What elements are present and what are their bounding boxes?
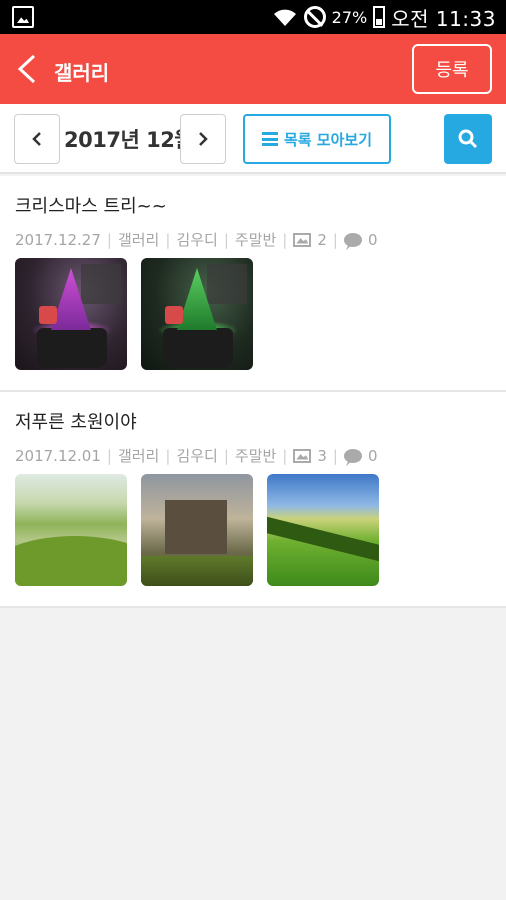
comment-icon xyxy=(343,232,362,247)
post-meta: 2017.12.01 | 갤러리 | 김우디 | 주말반 | 3 | 0 xyxy=(15,445,378,466)
post-category: 갤러리 xyxy=(117,231,160,249)
post-category: 갤러리 xyxy=(117,447,160,465)
gallery-notification-icon xyxy=(12,6,34,28)
post-group: 주말반 xyxy=(234,447,277,465)
image-count: 2 xyxy=(317,230,327,249)
wifi-icon xyxy=(273,9,296,26)
meta-divider: | xyxy=(282,446,288,465)
status-bar: 27% 오전 11:33 xyxy=(0,0,506,34)
post-author: 김우디 xyxy=(176,447,218,465)
image-icon xyxy=(293,232,312,247)
chevron-left-icon xyxy=(32,132,41,146)
chevron-right-icon xyxy=(199,132,208,146)
battery-icon xyxy=(373,6,386,28)
thumbnail-list xyxy=(15,258,253,370)
list-view-label: 목록 모아보기 xyxy=(283,130,373,149)
post-author: 김우디 xyxy=(176,231,218,249)
post-item[interactable]: 크리스마스 트리~~ 2017.12.27 | 갤러리 | 김우디 | 주말반 … xyxy=(0,176,506,390)
no-signal-icon xyxy=(303,6,326,28)
current-month: 2017년 12월 xyxy=(64,128,194,152)
register-button[interactable]: 등록 xyxy=(412,44,492,94)
comment-count: 0 xyxy=(367,446,378,465)
meta-divider: | xyxy=(223,446,229,465)
post-date: 2017.12.27 xyxy=(15,230,101,249)
post-group: 주말반 xyxy=(234,231,277,249)
clock: 오전 11:33 xyxy=(391,6,496,31)
battery-percent: 27% xyxy=(331,7,368,27)
thumbnail-list xyxy=(15,474,379,586)
back-arrow-icon[interactable] xyxy=(14,54,40,84)
list-icon xyxy=(261,132,278,146)
meta-divider: | xyxy=(282,230,288,249)
meta-divider: | xyxy=(332,230,338,249)
post-item[interactable]: 저푸른 초원이야 2017.12.01 | 갤러리 | 김우디 | 주말반 | … xyxy=(0,392,506,606)
search-icon xyxy=(458,129,478,149)
meta-divider: | xyxy=(223,230,229,249)
thumbnail-image[interactable] xyxy=(15,474,127,586)
post-title[interactable]: 크리스마스 트리~~ xyxy=(15,192,167,218)
post-meta: 2017.12.27 | 갤러리 | 김우디 | 주말반 | 2 | 0 xyxy=(15,229,378,250)
thumbnail-image[interactable] xyxy=(141,474,253,586)
app-header: 갤러리 등록 xyxy=(0,34,506,104)
search-button[interactable] xyxy=(444,114,492,164)
thumbnail-image[interactable] xyxy=(267,474,379,586)
divider xyxy=(0,606,506,608)
list-view-button[interactable]: 목록 모아보기 xyxy=(243,114,391,164)
image-icon xyxy=(293,448,312,463)
previous-month-button[interactable] xyxy=(14,114,60,164)
thumbnail-image[interactable] xyxy=(141,258,253,370)
comment-icon xyxy=(343,448,362,463)
meta-divider: | xyxy=(106,230,112,249)
image-count: 3 xyxy=(317,446,327,465)
meta-divider: | xyxy=(165,230,171,249)
meta-divider: | xyxy=(165,446,171,465)
next-month-button[interactable] xyxy=(180,114,226,164)
page-title: 갤러리 xyxy=(54,61,110,85)
thumbnail-image[interactable] xyxy=(15,258,127,370)
meta-divider: | xyxy=(106,446,112,465)
meta-divider: | xyxy=(332,446,338,465)
post-date: 2017.12.01 xyxy=(15,446,101,465)
month-toolbar: 2017년 12월 목록 모아보기 xyxy=(0,104,506,174)
post-title[interactable]: 저푸른 초원이야 xyxy=(15,408,137,434)
comment-count: 0 xyxy=(367,230,378,249)
